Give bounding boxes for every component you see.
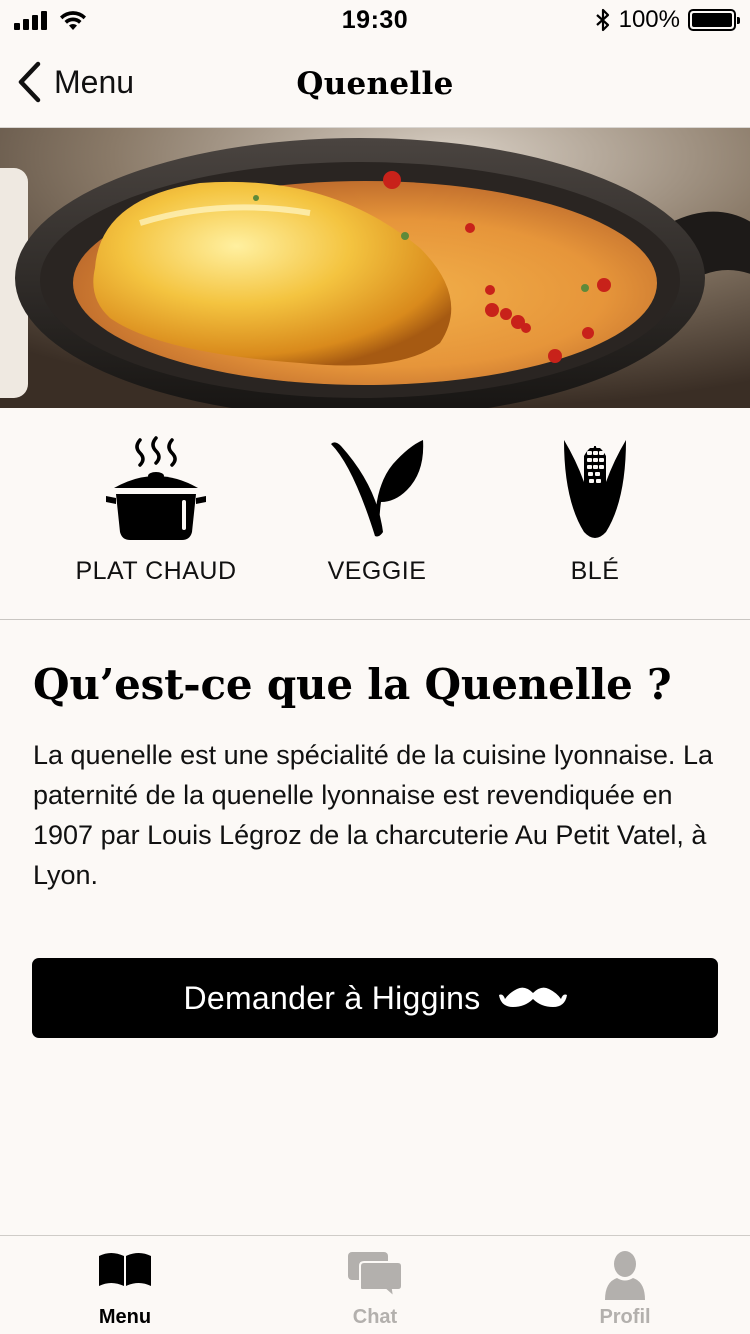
person-icon xyxy=(605,1251,645,1300)
cta-label: Demander à Higgins xyxy=(183,979,481,1016)
tag-plat-chaud: PLAT CHAUD xyxy=(36,408,276,620)
tag-label: BLÉ xyxy=(570,557,620,585)
status-bar: 19:30 100% xyxy=(0,0,750,40)
tag-label: PLAT CHAUD xyxy=(75,557,237,585)
mustache-icon xyxy=(498,987,567,1007)
battery-icon xyxy=(687,9,740,31)
battery-percent: 100% xyxy=(618,6,680,33)
tab-profil[interactable]: Profil xyxy=(500,1236,750,1334)
navigation-bar: Menu Quenelle xyxy=(0,40,750,128)
section-body: La quenelle est une spécialité de la cui… xyxy=(33,740,713,890)
leaf-v-icon xyxy=(331,440,424,537)
dish-photo xyxy=(0,128,750,408)
tab-menu[interactable]: Menu xyxy=(0,1236,250,1334)
tag-veggie: VEGGIE xyxy=(257,408,497,620)
page-title: Quenelle xyxy=(296,66,454,102)
tab-bar: Menu Chat Profil xyxy=(0,1235,750,1334)
status-right: 100% xyxy=(536,6,740,34)
tab-label: Profil xyxy=(599,1306,651,1328)
signal-icon xyxy=(14,11,47,30)
tab-label: Chat xyxy=(352,1306,398,1328)
tab-label: Menu xyxy=(98,1306,152,1328)
book-icon xyxy=(99,1253,151,1286)
wifi-icon xyxy=(60,11,86,30)
cooking-pot-icon xyxy=(106,436,206,540)
status-left xyxy=(14,9,214,31)
ask-higgins-button[interactable]: Demander à Higgins xyxy=(32,958,718,1038)
tab-chat[interactable]: Chat xyxy=(250,1236,500,1334)
tag-label: VEGGIE xyxy=(327,557,427,585)
bluetooth-icon xyxy=(595,8,609,32)
section-heading: Qu’est-ce que la Quenelle ? xyxy=(33,660,672,709)
corn-icon xyxy=(564,440,626,538)
tag-ble: BLÉ xyxy=(475,408,715,620)
dish-tags: PLAT CHAUD VEGGIE BLÉ xyxy=(0,408,750,620)
status-time: 19:30 xyxy=(341,5,409,34)
chat-bubbles-icon xyxy=(348,1252,403,1298)
